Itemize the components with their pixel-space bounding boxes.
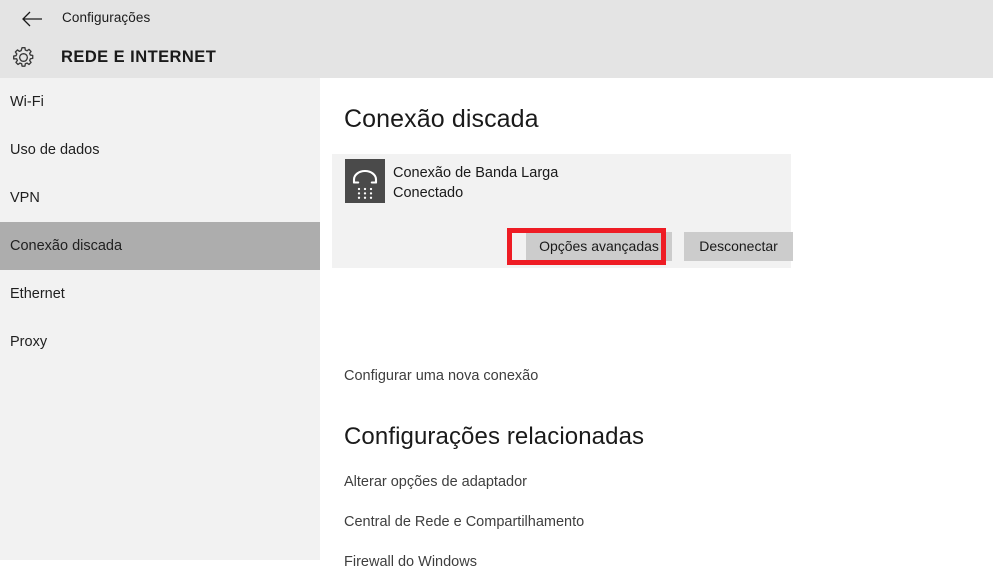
sidebar-item-label: Proxy <box>10 334 48 350</box>
page-title: Conexão discada <box>344 105 539 133</box>
sidebar-item-label: VPN <box>10 190 40 206</box>
category-title: REDE E INTERNET <box>61 48 217 66</box>
sidebar-item-uso-de-dados[interactable]: Uso de dados <box>0 126 320 174</box>
setup-new-connection-link[interactable]: Configurar uma nova conexão <box>344 366 538 386</box>
main-content: Conexão discada Conexão de Banda Larga C… <box>320 78 993 570</box>
related-settings-heading: Configurações relacionadas <box>344 423 645 450</box>
disconnect-button[interactable]: Desconectar <box>684 232 793 261</box>
sidebar-item-wifi[interactable]: Wi-Fi <box>0 78 320 126</box>
back-button[interactable] <box>10 4 54 34</box>
back-arrow-icon <box>21 11 43 27</box>
connection-card: Conexão de Banda Larga Conectado Opções … <box>332 154 793 268</box>
sidebar-item-proxy[interactable]: Proxy <box>0 318 320 366</box>
app-header: Configurações REDE E INTERNET <box>0 0 993 78</box>
connection-status: Conectado <box>393 185 464 201</box>
change-adapter-options-link[interactable]: Alterar opções de adaptador <box>344 472 527 492</box>
settings-sidebar: Wi-Fi Uso de dados VPN Conexão discada E… <box>0 78 320 560</box>
network-sharing-center-link[interactable]: Central de Rede e Compartilhamento <box>344 512 584 532</box>
dialup-modem-icon <box>345 159 385 203</box>
sidebar-item-conexao-discada[interactable]: Conexão discada <box>0 222 320 270</box>
app-title: Configurações <box>62 10 151 25</box>
sidebar-item-vpn[interactable]: VPN <box>0 174 320 222</box>
sidebar-item-label: Uso de dados <box>10 142 100 158</box>
sidebar-item-label: Wi-Fi <box>10 94 44 110</box>
sidebar-item-ethernet[interactable]: Ethernet <box>0 270 320 318</box>
connection-name: Conexão de Banda Larga <box>393 165 559 181</box>
sidebar-item-label: Conexão discada <box>10 238 123 254</box>
advanced-options-button[interactable]: Opções avançadas <box>526 232 672 261</box>
windows-firewall-link[interactable]: Firewall do Windows <box>344 552 477 572</box>
sidebar-item-label: Ethernet <box>10 286 65 302</box>
gear-icon <box>11 45 36 70</box>
